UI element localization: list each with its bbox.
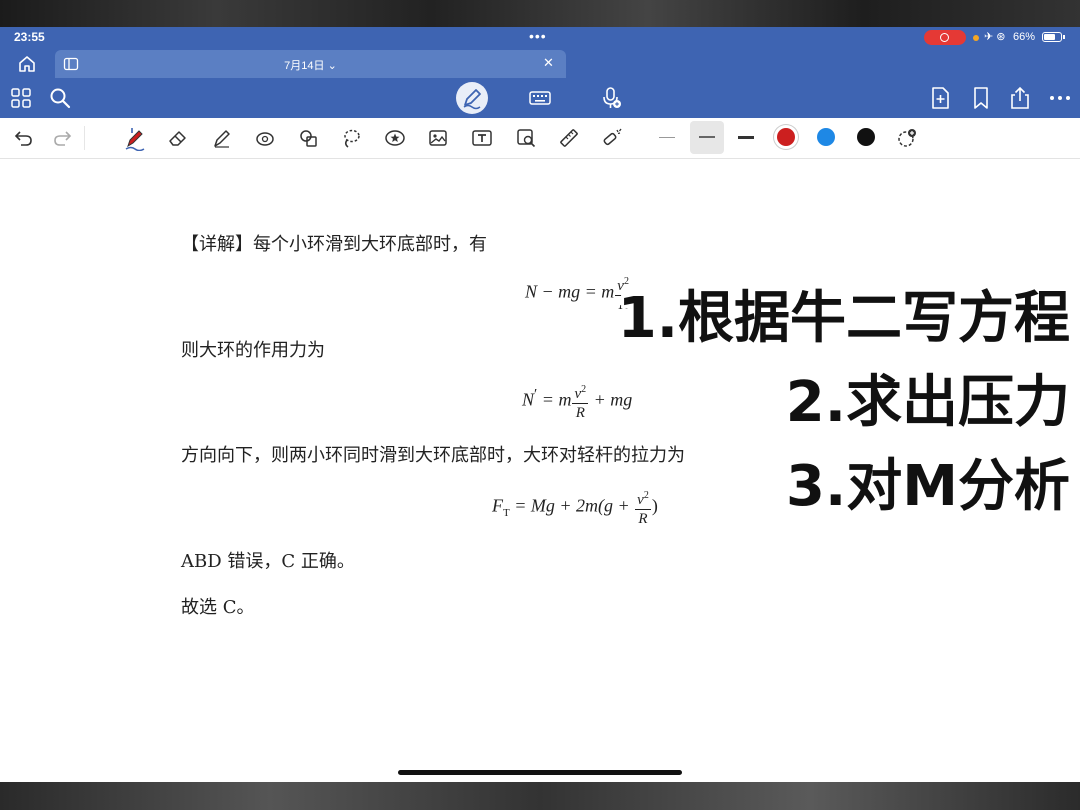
pen-mode-button[interactable] <box>456 82 488 114</box>
overlay-note-2: 2.求出压力 <box>784 369 1071 436</box>
equation-1: N − mg = m v2 R <box>525 273 632 314</box>
microphone-icon[interactable] <box>598 85 624 111</box>
equation-3: FT = Mg + 2m(g + v2 R) <box>492 487 658 528</box>
text-line: 故选 C。 <box>181 597 255 618</box>
keyboard-icon[interactable] <box>527 85 553 111</box>
airplane-icon: ✈ ⊛ <box>984 31 1006 43</box>
home-icon[interactable] <box>17 54 37 74</box>
video-frame-top <box>0 0 1080 27</box>
main-toolbar <box>0 78 1080 118</box>
status-bar: 23:55 ••• ✈ ⊛ 66% <box>0 27 1080 49</box>
bookmark-icon[interactable] <box>968 85 994 111</box>
battery-icon <box>1042 32 1062 42</box>
clock: 23:55 <box>14 30 45 44</box>
ruler-icon[interactable] <box>558 127 580 149</box>
tab-title[interactable]: 7月14日 ⌄ <box>55 57 566 73</box>
text-line: 方向向下，则两小环同时滑到大环底部时，大环对轻杆的拉力为 <box>181 445 685 466</box>
add-page-icon[interactable] <box>927 85 953 111</box>
highlighter-icon[interactable] <box>211 127 233 149</box>
equation-2: N′ = m v2 R + mg <box>522 381 632 422</box>
stroke-thick-option[interactable] <box>738 136 754 139</box>
pen-mode-icon <box>463 89 481 110</box>
image-icon[interactable] <box>427 127 449 149</box>
laser-icon[interactable] <box>601 127 623 149</box>
screen-recording-indicator[interactable] <box>924 30 966 45</box>
eraser-icon[interactable] <box>167 127 189 149</box>
color-swatch-black[interactable] <box>857 128 875 146</box>
overlay-note-3: 3.对M分析 <box>785 453 1072 520</box>
microphone-in-use-dot <box>973 35 979 41</box>
grid-icon[interactable] <box>8 85 34 111</box>
stroke-thin-option[interactable] <box>659 137 675 138</box>
text-line: 【详解】每个小环滑到大环底部时，有 <box>181 234 487 255</box>
color-swatch-blue[interactable] <box>817 128 835 146</box>
drawing-toolbar <box>0 118 1080 159</box>
image-search-icon[interactable] <box>515 127 537 149</box>
more-icon[interactable] <box>1047 85 1073 111</box>
close-tab-icon[interactable]: ✕ <box>543 55 554 71</box>
pen-icon[interactable] <box>123 125 147 151</box>
overlay-note-1: 1.根据牛二写方程 <box>616 285 1071 352</box>
home-indicator[interactable] <box>398 770 682 775</box>
tab-bar: 7月14日 ⌄ ✕ <box>0 49 1080 78</box>
add-color-icon[interactable] <box>896 127 918 149</box>
shape-icon[interactable] <box>254 127 276 149</box>
document-tab[interactable]: 7月14日 ⌄ ✕ <box>55 50 566 78</box>
search-icon[interactable] <box>47 85 73 111</box>
color-swatch-red[interactable] <box>777 128 795 146</box>
share-icon[interactable] <box>1007 85 1033 111</box>
video-frame-bottom <box>0 782 1080 810</box>
battery-percent: 66% <box>1013 31 1036 43</box>
text-line: ABD 错误，C 正确。 <box>181 551 355 572</box>
redo-icon[interactable] <box>52 127 74 149</box>
lasso-icon[interactable] <box>340 127 362 149</box>
undo-icon[interactable] <box>12 127 34 149</box>
text-line: 则大环的作用力为 <box>181 340 325 361</box>
lasso-shapes-icon[interactable] <box>297 127 319 149</box>
text-icon[interactable] <box>471 127 493 149</box>
multitasking-dots[interactable]: ••• <box>529 28 547 44</box>
stroke-medium-option[interactable] <box>690 121 724 154</box>
sticker-icon[interactable] <box>384 127 406 149</box>
